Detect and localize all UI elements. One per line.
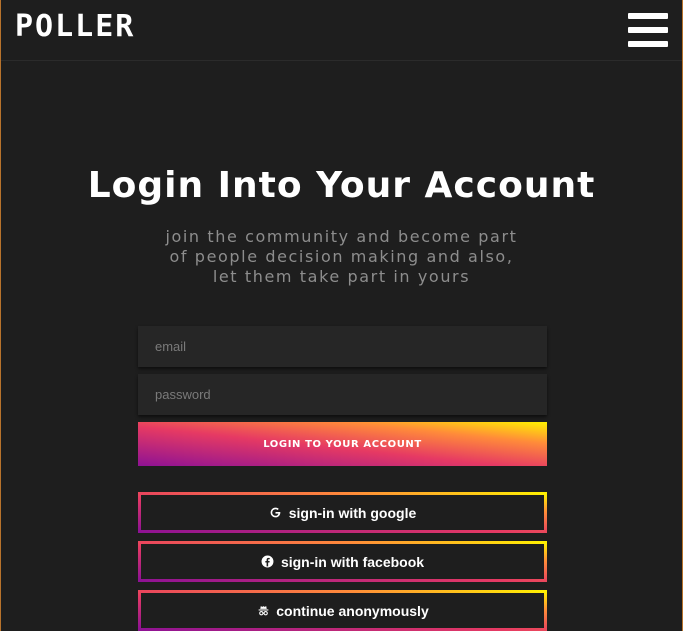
incognito-icon — [256, 604, 270, 618]
facebook-signin-button[interactable]: sign-in with facebook — [138, 541, 547, 582]
google-icon — [269, 506, 283, 520]
anonymous-continue-label: continue anonymously — [276, 602, 429, 619]
google-signin-label: sign-in with google — [288, 504, 417, 521]
anonymous-continue-button[interactable]: continue anonymously — [138, 590, 547, 631]
hamburger-bar — [628, 41, 668, 47]
facebook-icon — [261, 555, 275, 569]
poller-logo[interactable]: POLLER — [15, 11, 135, 43]
google-signin-button[interactable]: sign-in with google — [138, 492, 547, 533]
login-page: POLLER Login Into Your Account join the … — [0, 0, 683, 631]
facebook-signin-label: sign-in with facebook — [280, 553, 425, 570]
email-input[interactable] — [138, 326, 547, 367]
password-input[interactable] — [138, 374, 547, 415]
hamburger-menu-icon[interactable] — [628, 13, 668, 49]
hamburger-bar — [628, 13, 668, 19]
top-navbar: POLLER — [1, 0, 682, 61]
page-title: Login Into Your Account — [87, 165, 596, 206]
login-button[interactable]: LOGIN TO YOUR ACCOUNT — [138, 422, 547, 466]
page-subtitle: join the community and become part of pe… — [165, 227, 518, 286]
hamburger-bar — [628, 27, 668, 33]
